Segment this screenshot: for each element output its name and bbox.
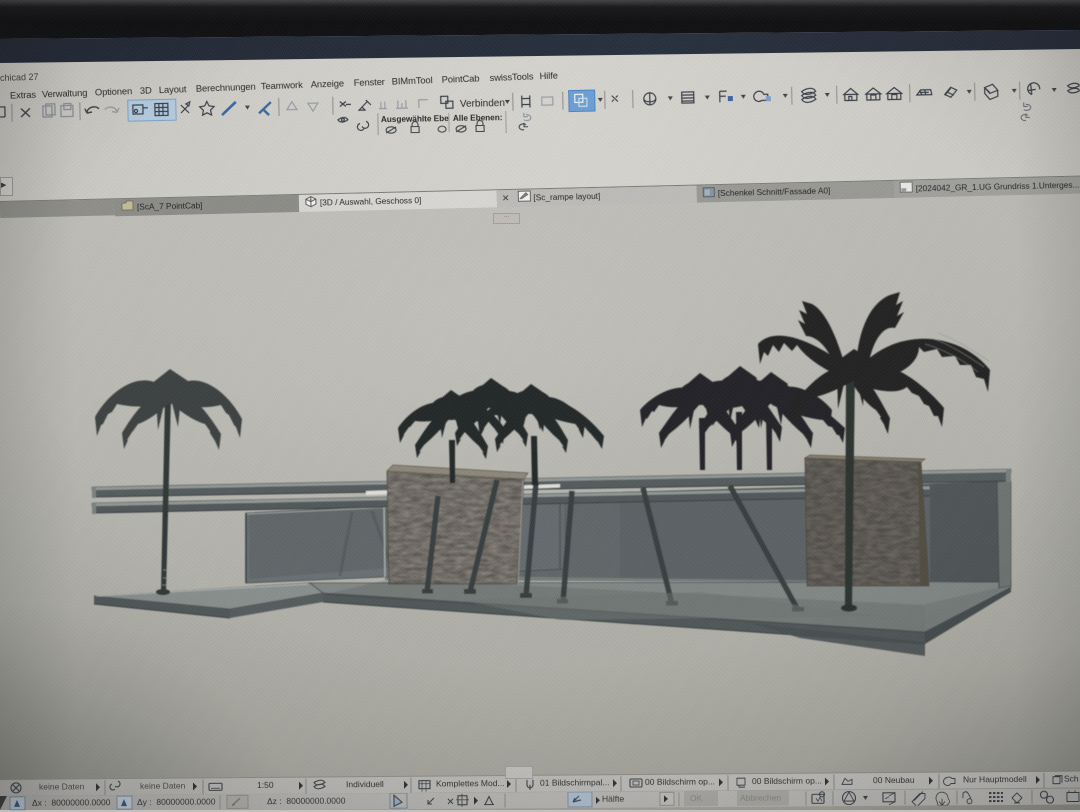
svg-text:Verbinden: Verbinden bbox=[460, 98, 505, 110]
svg-text:Ausgewählte Ebe: Ausgewählte Ebe bbox=[381, 114, 449, 124]
